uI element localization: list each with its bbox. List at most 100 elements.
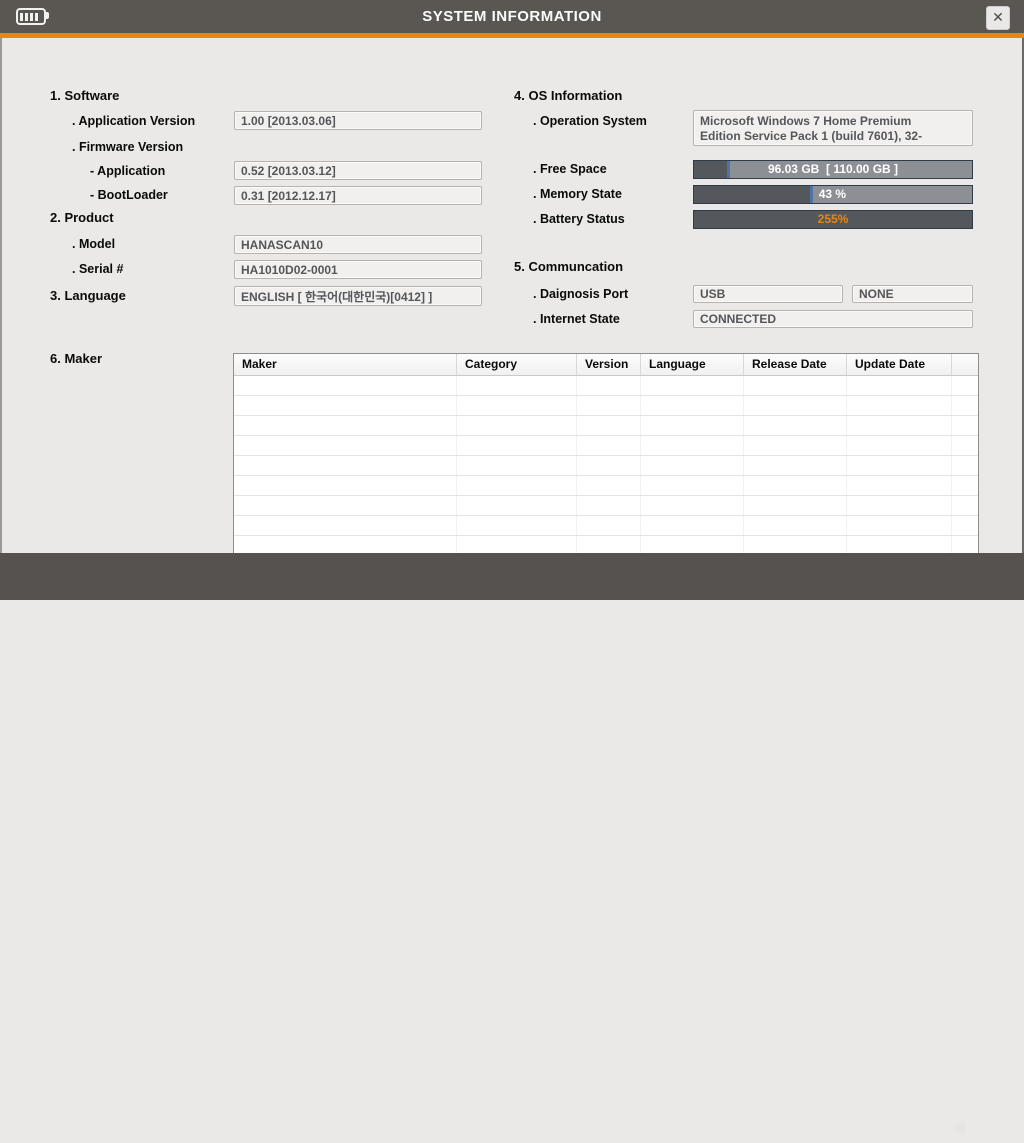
column-header-filler (952, 354, 978, 375)
diagnosis-port-field-1: USB (693, 285, 843, 303)
firmware-application-label: - Application (90, 163, 165, 179)
memory-state-bar: 43 % (693, 185, 973, 204)
table-row (234, 476, 978, 496)
table-cell (952, 516, 978, 535)
column-header-language[interactable]: Language (641, 354, 744, 375)
column-header-category[interactable]: Category (457, 354, 577, 375)
table-cell (847, 416, 952, 435)
close-icon: ✕ (992, 10, 1004, 26)
memory-state-label: . Memory State (533, 186, 622, 202)
table-cell (577, 516, 641, 535)
section-communication-heading: 5. Communcation (514, 259, 623, 275)
table-cell (577, 396, 641, 415)
serial-label: . Serial # (72, 261, 123, 277)
app-version-label: . Application Version (72, 113, 195, 129)
bottom-bar (0, 553, 1024, 600)
column-header-update-date[interactable]: Update Date (847, 354, 952, 375)
table-cell (744, 396, 847, 415)
table-cell (234, 376, 457, 395)
table-row (234, 496, 978, 516)
memory-divider (810, 186, 813, 203)
language-field: ENGLISH [ 한국어(대한민국)[0412] ] (234, 286, 482, 306)
table-cell (641, 476, 744, 495)
diagnosis-port-field-2: NONE (852, 285, 973, 303)
table-cell (641, 496, 744, 515)
table-cell (457, 396, 577, 415)
table-cell (457, 456, 577, 475)
window-edge-left (0, 38, 2, 553)
section-os-heading: 4. OS Information (514, 88, 622, 104)
section-product-heading: 2. Product (50, 210, 114, 226)
table-cell (641, 396, 744, 415)
table-cell (847, 376, 952, 395)
maker-table-body (234, 376, 978, 576)
table-row (234, 416, 978, 436)
column-header-version[interactable]: Version (577, 354, 641, 375)
table-cell (847, 396, 952, 415)
firmware-application-field: 0.52 [2013.03.12] (234, 161, 482, 180)
back-button[interactable] (938, 1113, 978, 1143)
page-title: SYSTEM INFORMATION (0, 0, 1024, 33)
title-bar: SYSTEM INFORMATION ✕ (0, 0, 1024, 33)
table-cell (744, 476, 847, 495)
table-cell (847, 476, 952, 495)
table-cell (577, 436, 641, 455)
model-field: HANASCAN10 (234, 235, 482, 254)
bootloader-label: - BootLoader (90, 187, 168, 203)
table-row (234, 456, 978, 476)
table-cell (457, 376, 577, 395)
table-cell (457, 516, 577, 535)
column-header-maker[interactable]: Maker (234, 354, 457, 375)
table-cell (457, 436, 577, 455)
table-cell (744, 416, 847, 435)
table-cell (744, 456, 847, 475)
table-cell (457, 416, 577, 435)
section-software-heading: 1. Software (50, 88, 119, 104)
table-cell (577, 476, 641, 495)
table-row (234, 396, 978, 416)
section-language-heading: 3. Language (50, 288, 126, 304)
table-cell (234, 396, 457, 415)
close-button[interactable]: ✕ (986, 6, 1010, 30)
table-row (234, 376, 978, 396)
table-cell (234, 436, 457, 455)
maker-table-header: MakerCategoryVersionLanguageRelease Date… (234, 354, 978, 376)
battery-status-bar: 255% (693, 210, 973, 229)
table-cell (641, 376, 744, 395)
table-row (234, 436, 978, 456)
battery-status-text: 255% (694, 211, 972, 228)
back-icon (951, 1120, 965, 1136)
table-cell (952, 396, 978, 415)
table-cell (952, 436, 978, 455)
table-cell (234, 456, 457, 475)
table-cell (577, 496, 641, 515)
table-row (234, 516, 978, 536)
table-cell (641, 436, 744, 455)
bootloader-field: 0.31 [2012.12.17] (234, 186, 482, 205)
serial-field: HA1010D02-0001 (234, 260, 482, 279)
table-cell (457, 496, 577, 515)
table-cell (234, 476, 457, 495)
table-cell (744, 376, 847, 395)
battery-status-label: . Battery Status (533, 211, 625, 227)
table-cell (577, 416, 641, 435)
operation-system-label: . Operation System (533, 113, 647, 129)
internet-state-field: CONNECTED (693, 310, 973, 328)
table-cell (847, 516, 952, 535)
table-cell (234, 516, 457, 535)
column-header-release-date[interactable]: Release Date (744, 354, 847, 375)
table-cell (952, 456, 978, 475)
free-space-bar: 96.03 GB [ 110.00 GB ] (693, 160, 973, 179)
table-cell (577, 376, 641, 395)
section-maker-heading: 6. Maker (50, 351, 102, 367)
table-cell (952, 416, 978, 435)
maker-table: MakerCategoryVersionLanguageRelease Date… (233, 353, 979, 577)
table-cell (641, 516, 744, 535)
table-cell (952, 496, 978, 515)
memory-used-fill (694, 186, 811, 203)
memory-state-text: 43 % (819, 186, 846, 203)
app-version-field: 1.00 [2013.03.06] (234, 111, 482, 130)
table-cell (234, 416, 457, 435)
table-cell (577, 456, 641, 475)
table-cell (744, 496, 847, 515)
